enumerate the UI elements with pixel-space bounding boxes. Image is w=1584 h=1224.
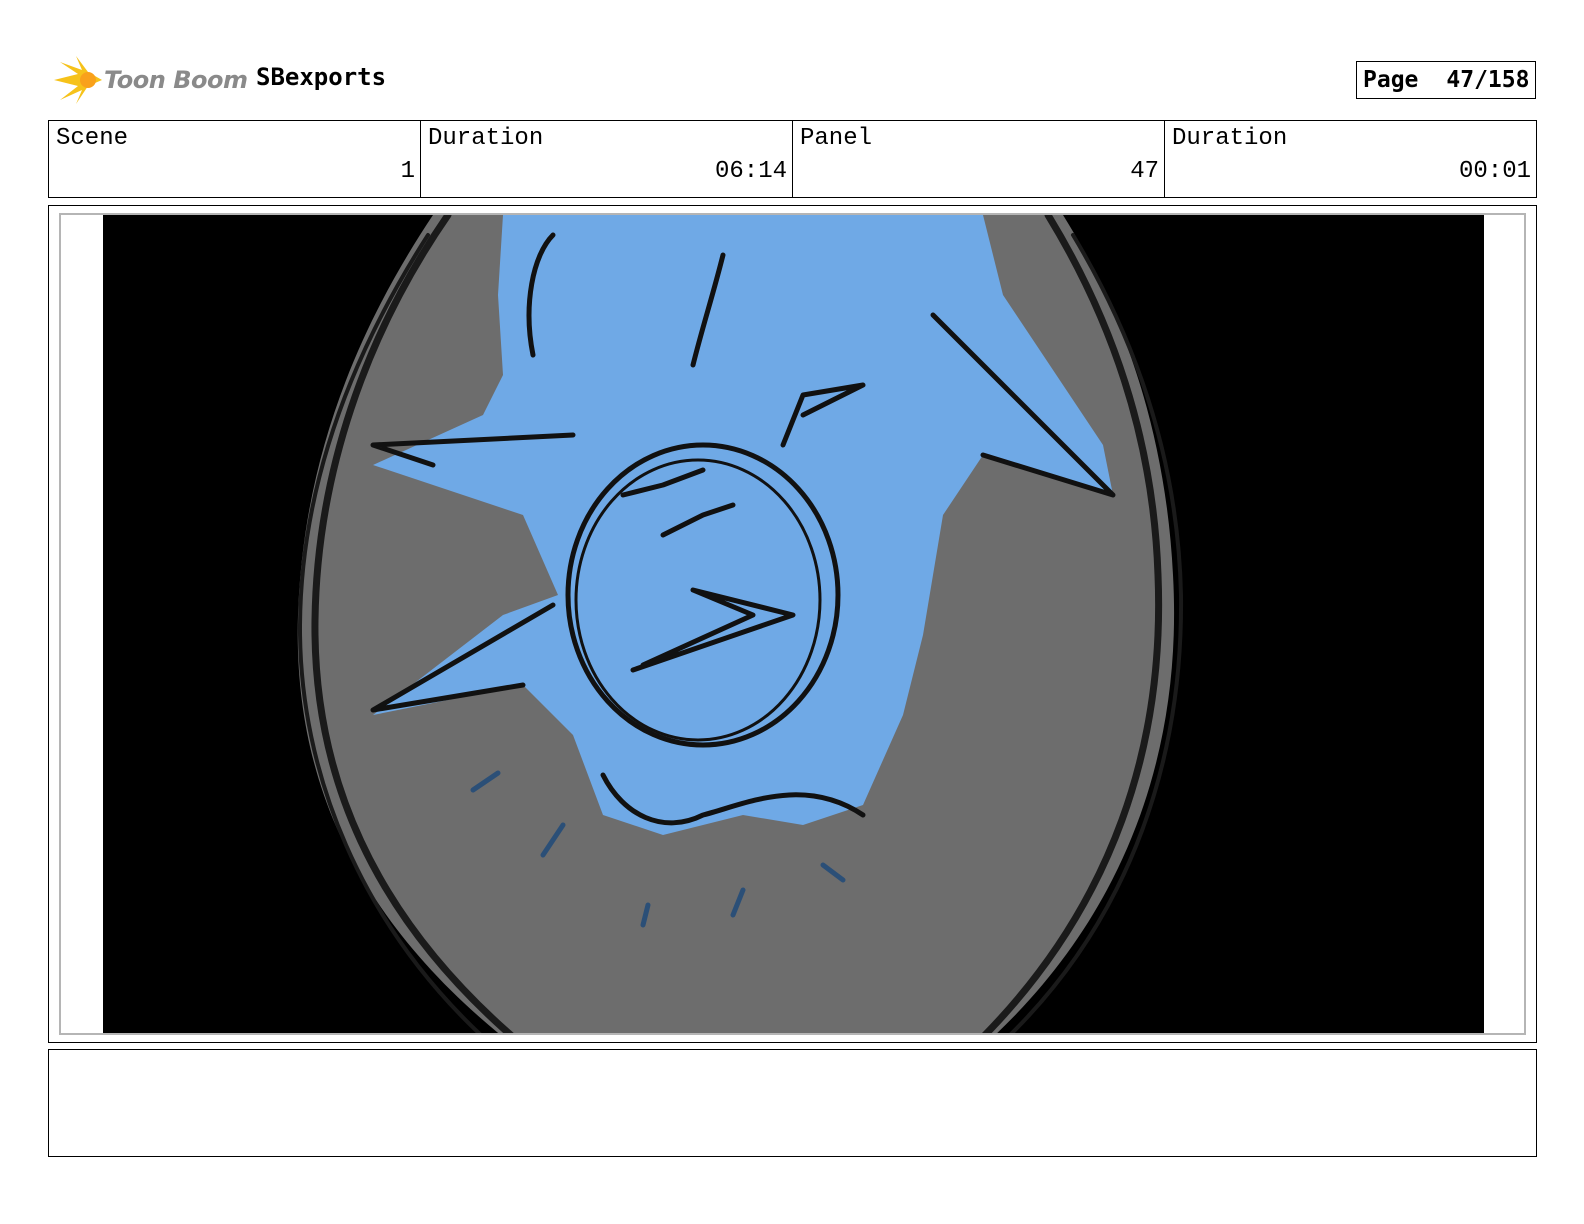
page-indicator: Page 47/158	[1356, 61, 1536, 99]
panel-info-row: Scene 1 Duration 06:14 Panel 47 Duration…	[48, 120, 1537, 198]
panel-image-area	[59, 213, 1526, 1035]
sun-flare-icon	[54, 56, 102, 104]
panel-label: Panel	[800, 125, 873, 152]
panel-duration-label: Duration	[1172, 125, 1288, 152]
project-title: SBexports	[256, 63, 387, 91]
page-label: Page	[1363, 67, 1419, 93]
scene-duration-value: 06:14	[714, 158, 787, 185]
storyboard-drawing	[103, 215, 1484, 1033]
panel-notes-box	[48, 1049, 1537, 1157]
toon-boom-logo: Toon Boom	[52, 56, 248, 108]
panel-value: 47	[1130, 158, 1159, 185]
scene-cell: Scene 1	[49, 121, 420, 197]
scene-label: Scene	[56, 125, 129, 152]
page-number: 47/158	[1446, 67, 1530, 93]
panel-frame	[48, 205, 1537, 1043]
scene-value: 1	[400, 158, 415, 185]
logo-text: Toon Boom	[104, 66, 248, 94]
scene-duration-cell: Duration 06:14	[420, 121, 792, 197]
sketch-artwork	[103, 215, 1484, 1033]
panel-duration-cell: Duration 00:01	[1164, 121, 1536, 197]
panel-cell: Panel 47	[792, 121, 1164, 197]
scene-duration-label: Duration	[428, 125, 544, 152]
panel-duration-value: 00:01	[1458, 158, 1531, 185]
